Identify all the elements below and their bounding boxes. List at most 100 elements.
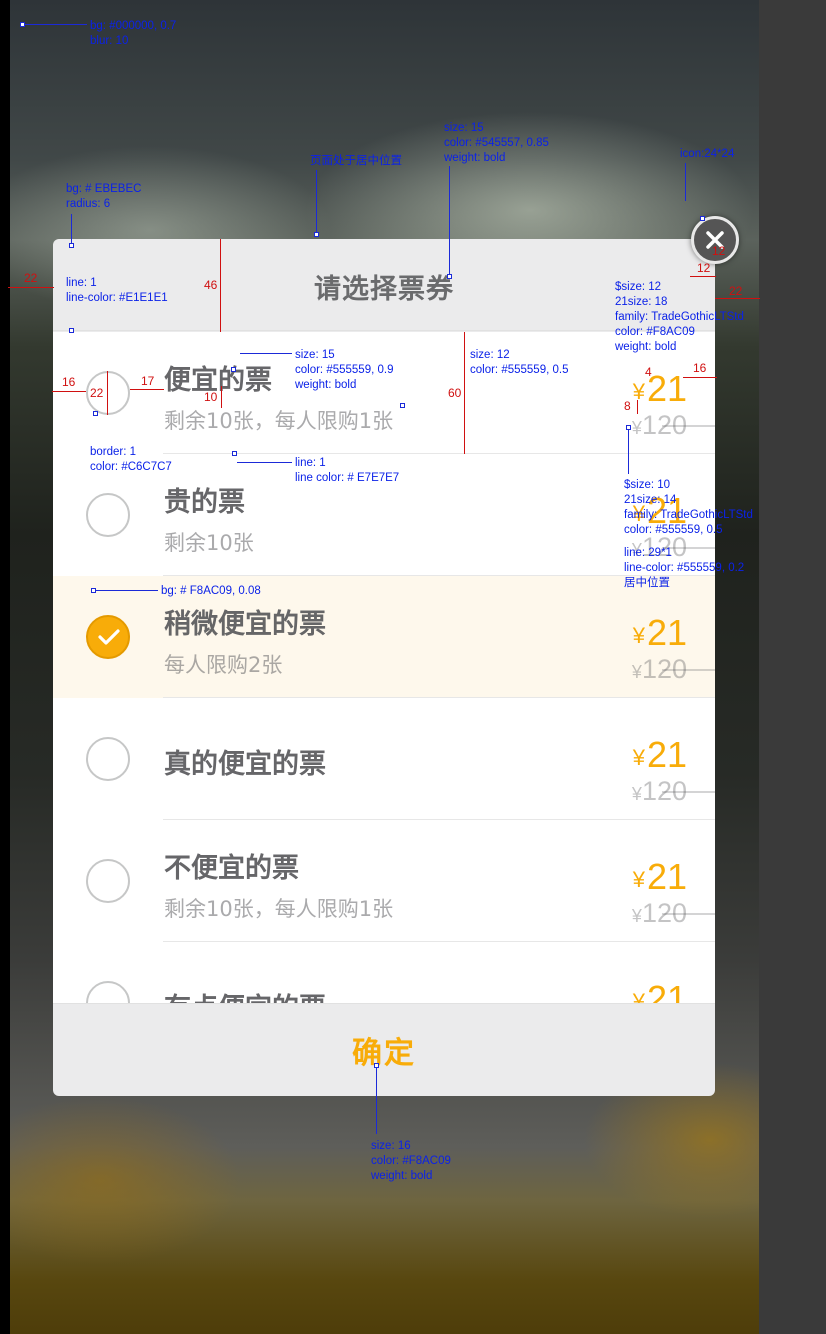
annotation-text: color: #F8AC09 [371, 1155, 451, 1167]
ticket-name: 不便宜的票 [164, 853, 299, 884]
measure-line [221, 386, 222, 408]
ticket-desc: 剩余10张，每人限购1张 [164, 897, 394, 921]
annotation-text: weight: bold [444, 152, 506, 164]
original-price: ¥120 [631, 898, 715, 929]
measure-line [52, 391, 86, 392]
annotation-anchor [314, 232, 319, 237]
ticket-price: ¥21 [633, 368, 687, 410]
radio-checked[interactable] [86, 615, 130, 659]
price-value: 21 [646, 368, 687, 409]
ticket-name: 有点便宜的票 [164, 986, 326, 1003]
annotation-text: bg: #000000, 0.7 [90, 20, 177, 32]
measure-label: 8 [624, 399, 631, 413]
radio-unchecked[interactable] [86, 981, 130, 1003]
currency-symbol: ¥ [631, 662, 642, 682]
annotation-divider-spec: line: 1 line color: # E7E7E7 [295, 456, 399, 486]
currency-symbol: ¥ [631, 784, 642, 804]
ticket-name: 稍微便宜的票 [164, 609, 326, 640]
annotation-icon-spec: icon:24*24 [680, 148, 735, 160]
confirm-button[interactable]: 确定 [352, 1028, 416, 1072]
annotation-leader [628, 430, 629, 474]
original-price: ¥120 [631, 410, 715, 441]
annotation-text: blur: 10 [90, 35, 129, 47]
measure-label: 22 [90, 386, 104, 400]
annotation-text: color: #555559, 0.5 [624, 524, 723, 536]
strikethrough-line [661, 425, 715, 427]
annotation-title-spec: size: 15 color: #545557, 0.85 weight: bo… [444, 121, 549, 166]
annotation-text: weight: bold [295, 379, 357, 391]
measure-line [107, 371, 108, 415]
annotation-text: $size: 10 [624, 479, 671, 491]
ticket-name: 贵的票 [164, 487, 245, 518]
radio-unchecked[interactable] [86, 859, 130, 903]
left-edge [0, 0, 10, 1334]
ticket-row[interactable]: 有点便宜的票 ¥21 [53, 942, 715, 1003]
annotation-text: size: 15 [444, 122, 484, 134]
annotation-text: line color: # E7E7E7 [295, 472, 400, 484]
annotation-radio-spec: border: 1 color: #C6C7C7 [90, 445, 172, 475]
strikethrough-line [661, 913, 715, 915]
ticket-desc: 剩余10张，每人限购1张 [164, 409, 394, 433]
annotation-anchor [69, 328, 74, 333]
currency-symbol: ¥ [631, 906, 642, 926]
annotation-text: family: TradeGothicLTStd [615, 311, 744, 323]
annotation-anchor [69, 243, 74, 248]
annotation-text: 居中位置 [624, 577, 670, 589]
measure-line [220, 239, 221, 332]
annotation-leader [237, 462, 292, 463]
annotation-text: radius: 6 [66, 198, 111, 210]
annotation-anchor [700, 216, 705, 221]
annotation-modal-spec: bg: # EBEBEC radius: 6 [66, 182, 141, 212]
currency-symbol: ¥ [632, 745, 645, 770]
ticket-list[interactable]: 便宜的票 剩余10张，每人限购1张 ¥21 ¥120 贵的票 剩余10张 ¥21 ¥120 稍微… [53, 332, 715, 1003]
measure-line [690, 276, 716, 277]
price-value: 21 [646, 734, 687, 775]
annotation-text: border: 1 [90, 446, 137, 458]
annotation-leader [376, 1068, 377, 1134]
measure-label: 60 [448, 386, 462, 400]
annotation-anchor [400, 403, 405, 408]
ticket-row[interactable]: 不便宜的票剩余10张，每人限购1张 ¥21 ¥120 [53, 820, 715, 942]
measure-line [8, 287, 54, 288]
annotation-leader [240, 353, 292, 354]
annotation-center-note: 页面处于居中位置 [310, 155, 402, 167]
ticket-row[interactable]: 真的便宜的票 ¥21 ¥120 [53, 698, 715, 820]
annotation-text: line: 1 [66, 277, 97, 289]
currency-symbol: ¥ [632, 989, 645, 1003]
ticket-row[interactable]: 稍微便宜的票 每人限购2张 ¥21 ¥120 [53, 576, 715, 698]
annotation-text: size: 16 [371, 1140, 411, 1152]
annotation-leader [25, 24, 87, 25]
ticket-price: ¥21 [633, 612, 687, 654]
checkmark-icon [98, 629, 120, 645]
ticket-price: ¥21 [633, 734, 687, 776]
annotation-text: size: 12 [470, 349, 510, 361]
strikethrough-line [661, 669, 715, 671]
price-value: 21 [646, 856, 687, 897]
annotation-leader [316, 170, 317, 234]
annotation-spacer [624, 538, 753, 546]
measure-label: 12 [712, 244, 726, 258]
annotation-text: line: 29*1 [624, 547, 672, 559]
ticket-desc: 剩余10张 [164, 531, 254, 555]
annotation-header-line: line: 1 line-color: #E1E1E1 [66, 276, 168, 306]
radio-unchecked[interactable] [86, 737, 130, 781]
right-edge [759, 0, 826, 1334]
annotation-name-spec: size: 15 color: #555559, 0.9 weight: bol… [295, 348, 393, 393]
annotation-text: 21size: 14 [624, 494, 677, 506]
ticket-desc: 每人限购2张 [164, 653, 283, 677]
annotation-text: weight: bold [615, 341, 677, 353]
annotation-text: color: #C6C7C7 [90, 461, 172, 473]
ticket-name: 便宜的票 [164, 365, 272, 396]
measure-label: 46 [204, 278, 218, 292]
annotation-leader [449, 166, 450, 276]
price-value: 21 [646, 612, 687, 653]
annotation-confirm-spec: size: 16 color: #F8AC09 weight: bold [371, 1139, 451, 1184]
radio-unchecked[interactable] [86, 493, 130, 537]
measure-label: 16 [693, 361, 707, 375]
annotation-leader [96, 590, 158, 591]
annotation-text: color: #F8AC09 [615, 326, 695, 338]
modal-title: 请选择票券 [314, 274, 454, 305]
currency-symbol: ¥ [631, 418, 642, 438]
annotation-anchor [232, 451, 237, 456]
ticket-price: ¥21 [633, 856, 687, 898]
